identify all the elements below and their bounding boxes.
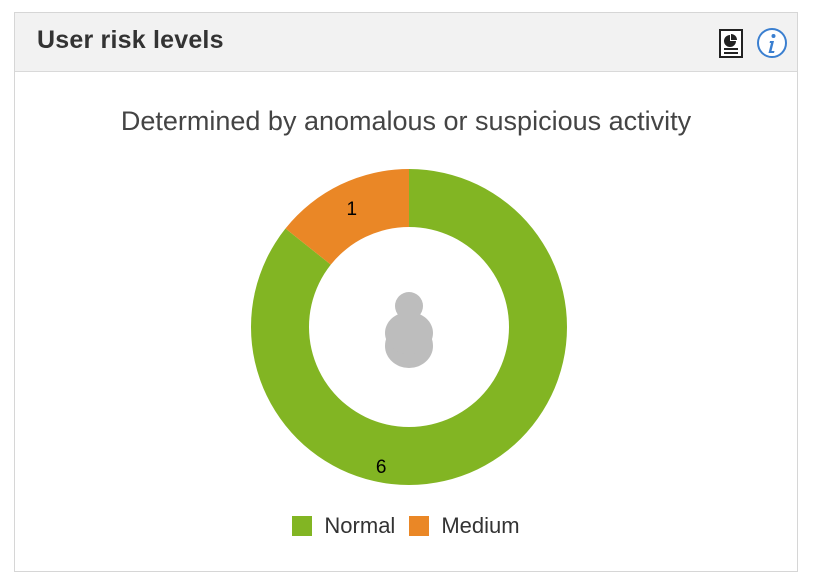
- donut-chart: 61: [250, 169, 567, 486]
- legend-item-normal[interactable]: Normal: [292, 513, 395, 539]
- user-icon: [385, 292, 433, 368]
- slice-label-medium: 1: [346, 199, 357, 220]
- legend-item-medium[interactable]: Medium: [409, 513, 520, 539]
- user-risk-panel: User risk levels Determined by anomalous…: [14, 12, 798, 572]
- chart-legend: Normal Medium: [15, 513, 797, 539]
- legend-label-normal: Normal: [324, 513, 396, 538]
- legend-swatch-medium: [409, 516, 430, 536]
- slice-label-normal: 6: [376, 457, 387, 478]
- legend-swatch-normal: [292, 516, 313, 536]
- legend-label-medium: Medium: [441, 513, 520, 538]
